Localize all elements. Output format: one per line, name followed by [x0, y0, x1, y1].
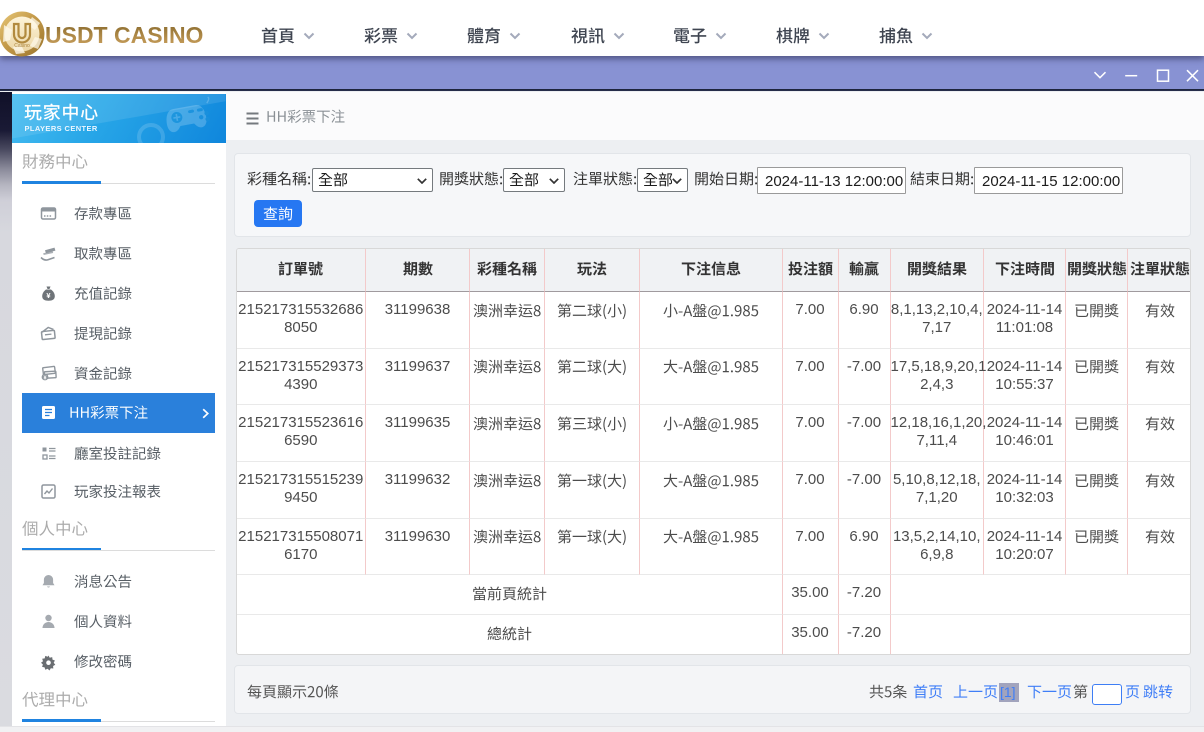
- svg-text:Casino: Casino: [14, 43, 30, 49]
